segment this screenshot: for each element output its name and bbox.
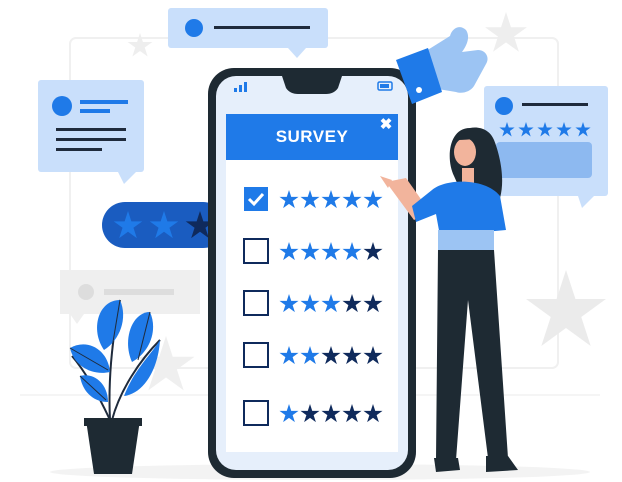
survey-title: SURVEY xyxy=(275,127,349,146)
survey-option-row[interactable] xyxy=(240,234,388,268)
survey-option-row[interactable] xyxy=(240,396,388,430)
potted-plant xyxy=(69,299,161,474)
top-speech-bubble xyxy=(168,8,328,58)
star-icon xyxy=(127,33,153,57)
left-speech-bubble xyxy=(38,80,144,184)
survey-option-row[interactable] xyxy=(240,286,388,320)
review-card xyxy=(484,86,608,208)
avatar-icon xyxy=(185,19,203,37)
close-icon[interactable]: ✖ xyxy=(376,114,396,134)
star-icon xyxy=(526,270,606,346)
avatar-icon xyxy=(52,96,72,116)
phone-notch xyxy=(282,76,342,94)
avatar-icon xyxy=(495,97,513,115)
star-icon xyxy=(485,12,527,52)
survey-option-row[interactable] xyxy=(240,338,388,372)
rating-pill xyxy=(102,202,226,248)
survey-option-row[interactable] xyxy=(240,182,388,216)
